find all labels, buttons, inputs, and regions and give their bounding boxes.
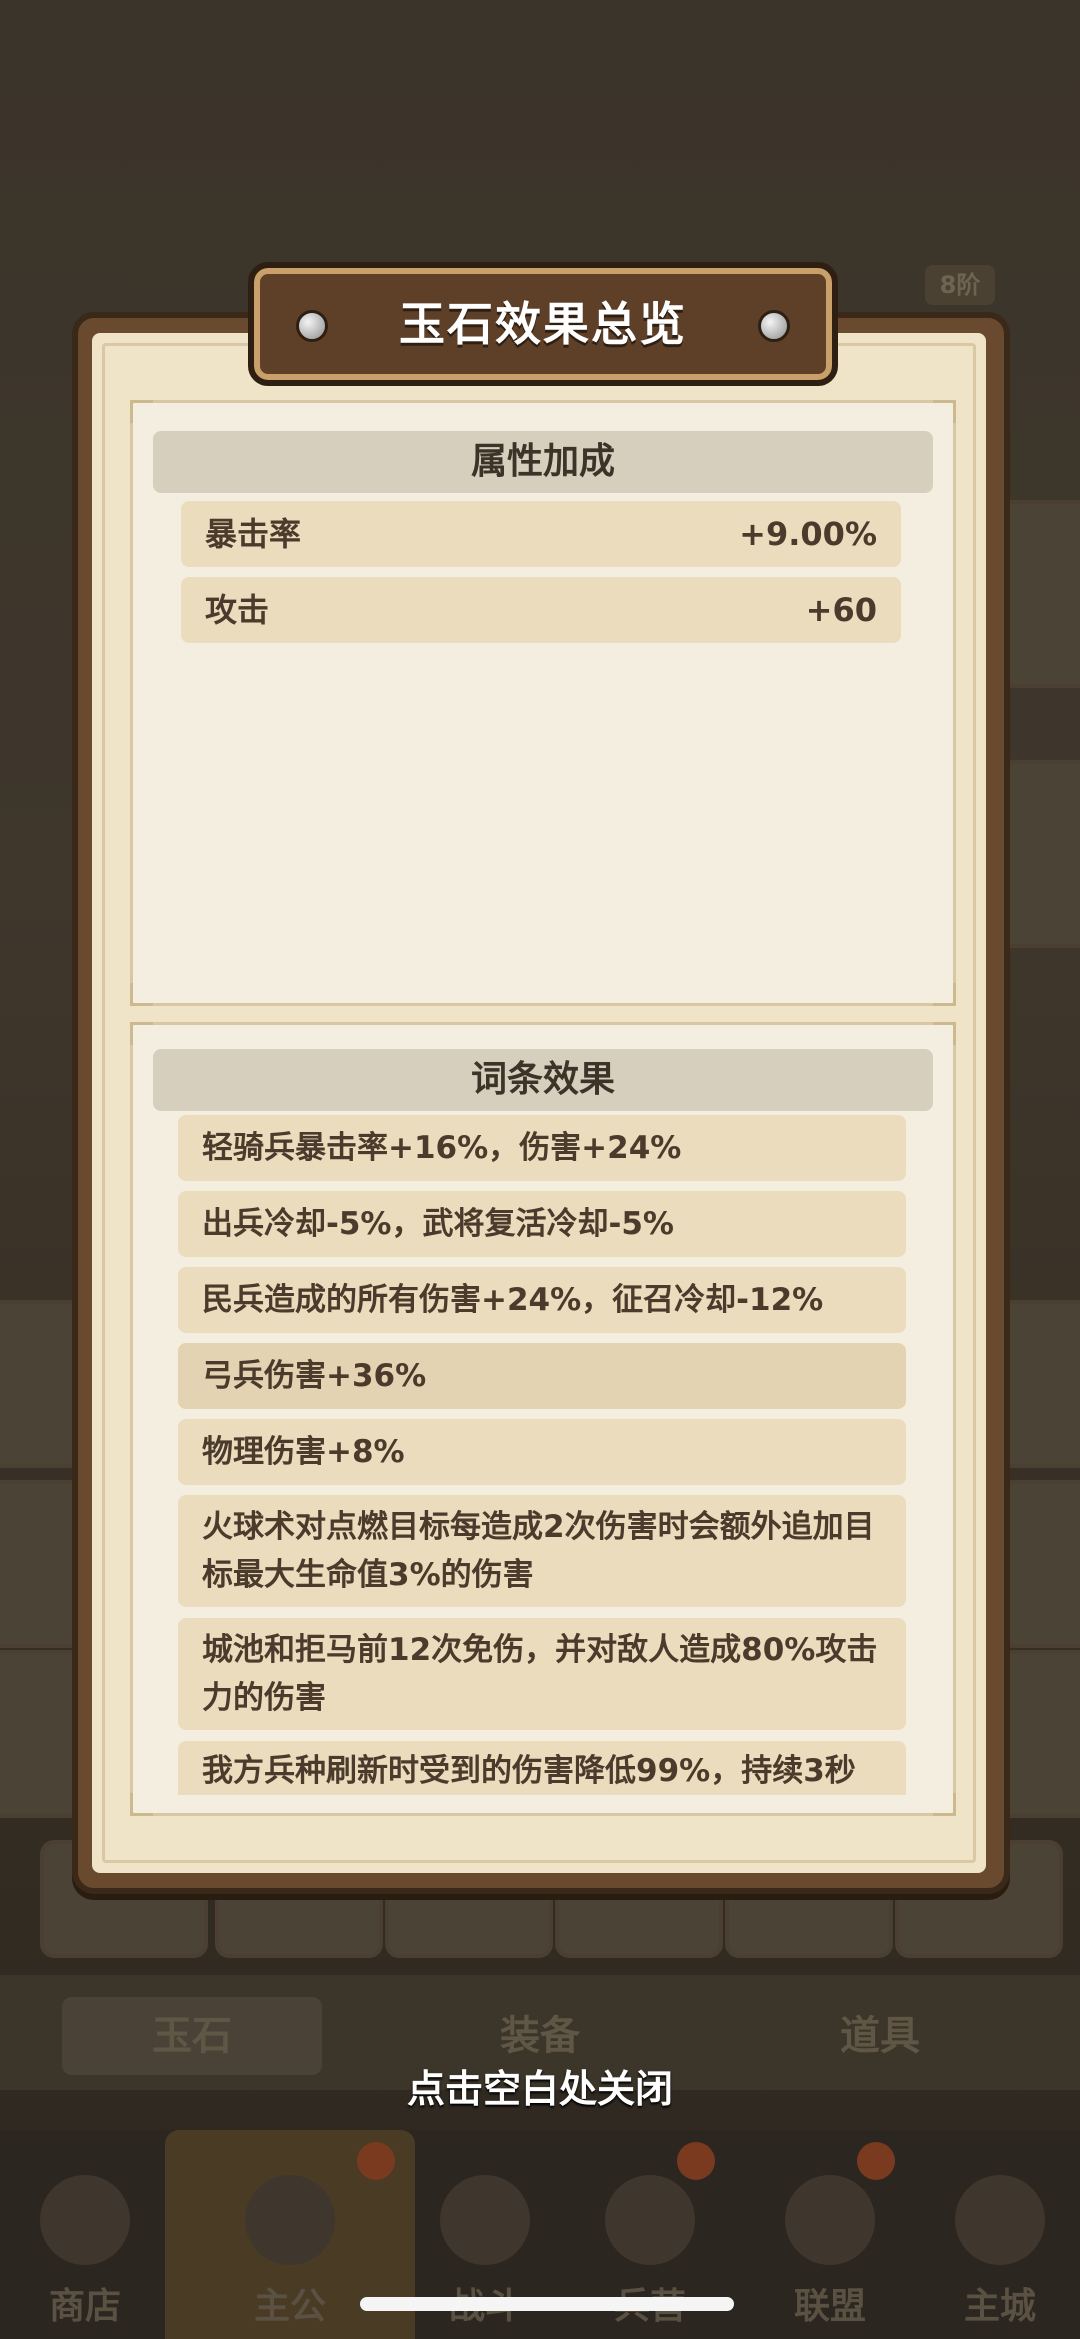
nav-alliance-label: 联盟 [793, 2286, 866, 2327]
alert-badge-icon [357, 2142, 395, 2180]
nav-city[interactable]: 主城 [915, 2130, 1080, 2339]
corner-ornament-icon [933, 1022, 956, 1045]
corner-ornament-icon [933, 983, 956, 1006]
effect-item: 出兵冷却-5%，武将复活冷却-5% [178, 1191, 906, 1257]
corner-ornament-icon [130, 1793, 153, 1816]
corner-ornament-icon [130, 1022, 153, 1045]
attribute-value: +9.00% [739, 515, 877, 553]
attribute-bonus-header: 属性加成 [153, 431, 933, 493]
bow-icon [605, 2175, 695, 2265]
attribute-row: 暴击率 +9.00% [181, 501, 901, 567]
corner-ornament-icon [130, 983, 153, 1006]
corner-ornament-icon [933, 1793, 956, 1816]
attribute-bonus-panel: 属性加成 暴击率 +9.00% 攻击 +60 [130, 400, 956, 1006]
dialog-title-plate: 玉石效果总览 [248, 262, 838, 386]
rivet-icon [758, 310, 790, 342]
dialog-title: 玉石效果总览 [399, 297, 687, 351]
attribute-row: 攻击 +60 [181, 577, 901, 643]
effect-item: 城池和拒马前12次免伤，并对敌人造成80%攻击力的伤害 [178, 1618, 906, 1730]
corner-ornament-icon [130, 400, 153, 423]
map-icon [955, 2175, 1045, 2265]
attribute-value: +60 [805, 591, 877, 629]
effect-text: 城池和拒马前12次免伤，并对敌人造成80%攻击力的伤害 [202, 1632, 878, 1716]
alert-badge-icon [857, 2142, 895, 2180]
effect-text: 火球术对点燃目标每造成2次伤害时会额外追加目标最大生命值3%的伤害 [202, 1509, 875, 1593]
effects-scroll-list[interactable]: 轻骑兵暴击率+16%，伤害+24% 出兵冷却-5%，武将复活冷却-5% 民兵造成… [130, 1105, 956, 1795]
effect-item: 弓兵伤害+36% [178, 1343, 906, 1409]
corner-ornament-icon [933, 400, 956, 423]
tier-badge: 8阶 [925, 265, 995, 305]
effect-item: 我方兵种刷新时受到的伤害降低99%，持续3秒 [178, 1741, 906, 1795]
alert-badge-icon [677, 2142, 715, 2180]
attribute-label: 攻击 [205, 591, 270, 629]
effect-text: 我方兵种刷新时受到的伤害降低99%，持续3秒 [202, 1753, 856, 1789]
effect-item: 民兵造成的所有伤害+24%，征召冷却-12% [178, 1267, 906, 1333]
effect-text: 物理伤害+8% [202, 1434, 405, 1470]
effect-text: 出兵冷却-5%，武将复活冷却-5% [202, 1206, 674, 1242]
effect-item: 物理伤害+8% [178, 1419, 906, 1485]
entry-effects-header: 词条效果 [153, 1049, 933, 1111]
effect-item: 轻骑兵暴击率+16%，伤害+24% [178, 1115, 906, 1181]
shop-icon [40, 2175, 130, 2265]
close-hint[interactable]: 点击空白处关闭 [0, 2058, 1080, 2113]
nav-shop-label: 商店 [48, 2286, 121, 2327]
effect-text: 轻骑兵暴击率+16%，伤害+24% [202, 1130, 682, 1166]
effect-item: 火球术对点燃目标每造成2次伤害时会额外追加目标最大生命值3%的伤害 [178, 1495, 906, 1607]
nav-shop[interactable]: 商店 [0, 2130, 170, 2339]
attribute-label: 暴击率 [205, 515, 302, 553]
crossed-swords-icon [440, 2175, 530, 2265]
flag-icon [785, 2175, 875, 2265]
home-indicator[interactable] [360, 2297, 734, 2311]
lord-icon [245, 2175, 335, 2265]
nav-alliance[interactable]: 联盟 [745, 2130, 915, 2339]
nav-city-label: 主城 [963, 2286, 1036, 2327]
effect-text: 民兵造成的所有伤害+24%，征召冷却-12% [202, 1282, 824, 1318]
effect-text: 弓兵伤害+36% [202, 1358, 427, 1394]
